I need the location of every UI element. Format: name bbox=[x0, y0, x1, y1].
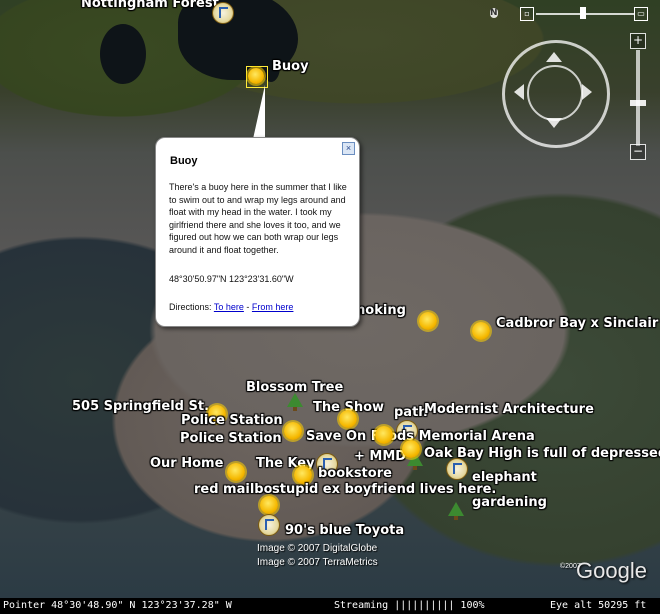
pointer-coordinates: Pointer 48°30'48.90" N 123°23'37.28" W bbox=[3, 600, 232, 611]
google-logo: Google bbox=[576, 558, 647, 583]
info-balloon: × Buoy There's a buoy here in the summer… bbox=[155, 137, 360, 327]
streaming-status: Streaming |||||||||| 100% bbox=[334, 600, 485, 611]
tilt-up-icon[interactable]: ▭ bbox=[634, 7, 648, 21]
sun-icon[interactable] bbox=[284, 422, 302, 440]
eye-altitude: Eye alt 50295 ft bbox=[550, 600, 647, 611]
directions-from-here-link[interactable]: From here bbox=[252, 302, 294, 312]
satellite-map[interactable]: Nottingham Forest Buoy smoking Cadbror B… bbox=[0, 0, 660, 614]
pan-down-icon[interactable] bbox=[546, 118, 562, 128]
place-label-springfield[interactable]: 505 Springfield St. bbox=[72, 399, 209, 414]
balloon-coordinates: 48°30'50.97"N 123°23'31.60"W bbox=[169, 274, 294, 284]
sun-icon[interactable] bbox=[260, 496, 278, 514]
flag-icon[interactable] bbox=[446, 458, 468, 480]
imagery-copyright-2: Image © 2007 TerraMetrics bbox=[257, 557, 378, 568]
tilt-thumb[interactable] bbox=[580, 7, 586, 19]
tree-icon[interactable] bbox=[448, 502, 464, 520]
place-label-police-station-2[interactable]: Police Station bbox=[180, 431, 282, 446]
status-bar: Pointer 48°30'48.90" N 123°23'37.28" W S… bbox=[0, 598, 660, 614]
place-label-bookstore[interactable]: bookstore bbox=[318, 466, 392, 481]
navigation-controls: ▫ ▭ N + − bbox=[490, 0, 660, 170]
zoom-out-button[interactable]: − bbox=[630, 144, 646, 160]
place-label-save-on-foods[interactable]: Save On Foods Memorial Arena bbox=[306, 429, 535, 444]
place-label-red-mailbox[interactable]: red mailbox bbox=[194, 482, 281, 497]
place-label-stupid-ex[interactable]: stupid ex boyfriend lives here. bbox=[272, 482, 496, 497]
zoom-slider-thumb[interactable] bbox=[630, 100, 646, 106]
zoom-slider-track[interactable] bbox=[636, 50, 640, 146]
balloon-directions: Directions: To here - From here bbox=[169, 302, 293, 312]
directions-to-here-link[interactable]: To here bbox=[214, 302, 244, 312]
balloon-tail bbox=[253, 85, 265, 139]
place-label-police-station-1[interactable]: Police Station bbox=[181, 413, 283, 428]
pushpin-icon[interactable] bbox=[212, 2, 234, 24]
pan-right-icon[interactable] bbox=[582, 84, 592, 100]
sun-icon[interactable] bbox=[227, 463, 245, 481]
sun-icon[interactable] bbox=[339, 410, 357, 428]
pan-left-icon[interactable] bbox=[514, 84, 524, 100]
place-label-blue-toyota[interactable]: 90's blue Toyota bbox=[285, 523, 404, 538]
pan-up-icon[interactable] bbox=[546, 52, 562, 62]
tilt-slider[interactable]: ▫ ▭ bbox=[520, 7, 650, 21]
pushpin-icon[interactable] bbox=[258, 514, 280, 536]
north-button[interactable]: N bbox=[490, 8, 498, 18]
sun-icon[interactable] bbox=[402, 440, 420, 458]
zoom-in-button[interactable]: + bbox=[630, 33, 646, 49]
sun-icon bbox=[248, 68, 264, 84]
tree-icon[interactable] bbox=[287, 393, 303, 411]
place-label-path[interactable]: path bbox=[394, 405, 428, 420]
place-label-cadbror-bay[interactable]: Cadbror Bay x Sinclair bbox=[496, 316, 658, 331]
close-icon[interactable]: × bbox=[342, 142, 355, 155]
place-label-buoy[interactable]: Buoy bbox=[272, 59, 309, 74]
place-label-gardening[interactable]: gardening bbox=[472, 495, 547, 510]
balloon-title: Buoy bbox=[170, 155, 198, 167]
imagery-copyright-1: Image © 2007 DigitalGlobe bbox=[257, 543, 378, 554]
place-label-modernist-architecture[interactable]: Modernist Architecture bbox=[424, 402, 594, 417]
directions-separator: - bbox=[246, 302, 250, 312]
sun-icon[interactable] bbox=[472, 322, 490, 340]
tilt-down-icon[interactable]: ▫ bbox=[520, 7, 534, 21]
sun-icon[interactable] bbox=[375, 426, 393, 444]
move-joystick[interactable] bbox=[527, 65, 583, 121]
lake-water bbox=[100, 24, 146, 84]
place-label-nottingham-forest[interactable]: Nottingham Forest bbox=[81, 0, 219, 11]
balloon-description: There's a buoy here in the summer that I… bbox=[169, 182, 347, 255]
place-label-mmd[interactable]: + MMD bbox=[354, 449, 406, 464]
place-label-our-home[interactable]: Our Home bbox=[150, 456, 223, 471]
sun-icon[interactable] bbox=[419, 312, 437, 330]
directions-label: Directions: bbox=[169, 302, 212, 312]
